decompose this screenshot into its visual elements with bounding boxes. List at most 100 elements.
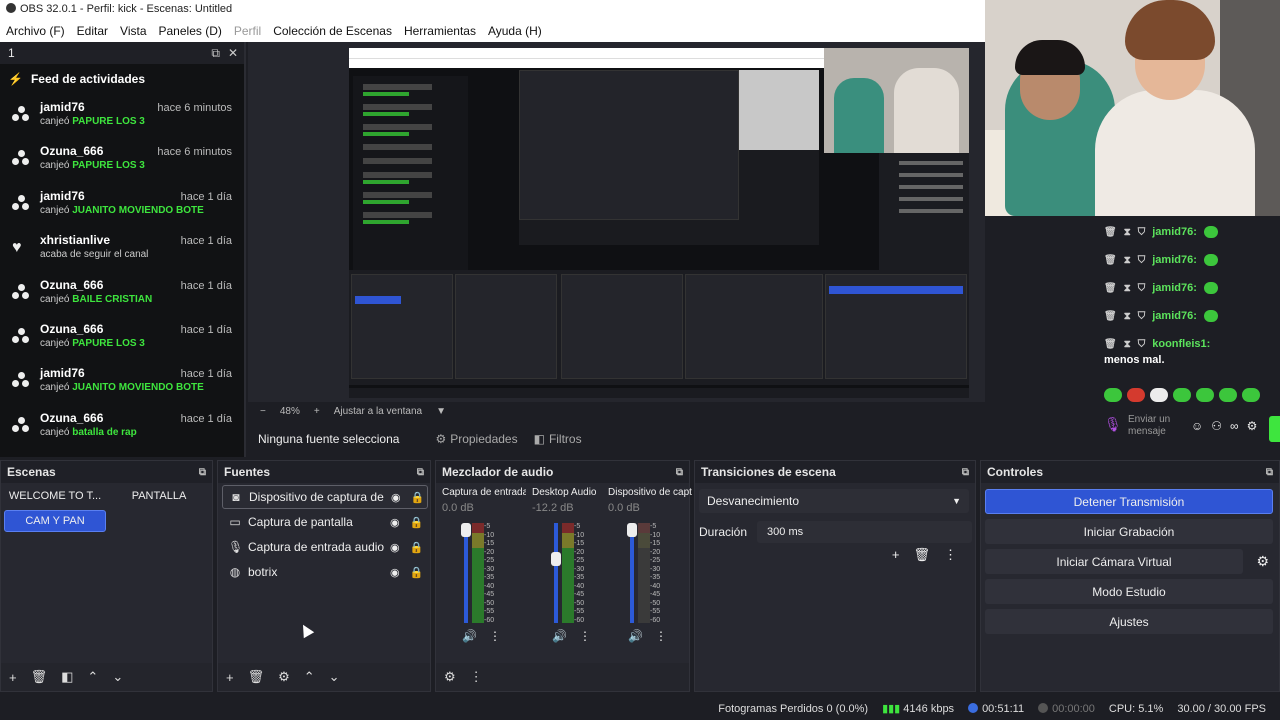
close-icon[interactable]: ✕ — [228, 46, 238, 61]
undock-icon[interactable]: ⧉ — [962, 467, 975, 478]
add-icon[interactable]: + — [9, 670, 17, 685]
muted-speaker-icon[interactable]: 🔊 — [628, 629, 643, 643]
undock-icon[interactable]: ⧉ — [199, 467, 212, 478]
more-icon[interactable]: ⋮ — [489, 629, 501, 643]
gear-icon[interactable]: ⚙ — [1256, 553, 1269, 570]
trash-icon[interactable]: 🗑 — [1104, 311, 1117, 322]
speaker-icon[interactable]: 🔊 — [462, 629, 477, 643]
visibility-icon[interactable]: ◉ — [390, 516, 400, 529]
advanced-audio-icon[interactable]: ⚙ — [444, 669, 456, 685]
timeout-icon[interactable]: ⧗ — [1124, 227, 1131, 238]
filters-button[interactable]: ◧ Filtros — [534, 432, 582, 446]
chevron-down-icon[interactable]: ⌄ — [329, 669, 340, 685]
source-item[interactable]: ◍ botrix ◉ 🔒 — [222, 560, 428, 584]
source-item[interactable]: ▭ Captura de pantalla ◉ 🔒 — [222, 510, 428, 534]
add-icon[interactable]: + — [226, 670, 234, 685]
program-preview[interactable] — [349, 48, 969, 398]
timeout-icon[interactable]: ⧗ — [1124, 283, 1131, 294]
scene-pantalla[interactable]: PANTALLA — [108, 485, 210, 507]
menu-herramientas[interactable]: Herramientas — [404, 24, 476, 38]
more-icon[interactable]: ⋮ — [944, 547, 957, 563]
source-item[interactable]: ◙ Dispositivo de captura de v ◉ 🔒 — [222, 485, 428, 509]
scene-cam-y-pan[interactable]: CAM Y PAN — [4, 510, 106, 532]
menu-vista[interactable]: Vista — [120, 24, 146, 38]
infinity-icon[interactable]: ∞ — [1230, 419, 1239, 433]
more-icon[interactable]: ⋮ — [655, 629, 667, 643]
channel-controls: 🔊 ⋮ — [462, 629, 501, 643]
trash-icon[interactable]: 🗑 — [1104, 283, 1117, 294]
add-icon[interactable]: + — [892, 547, 900, 563]
chat-input[interactable]: 🎙 Enviar un mensaje ☺ ⚇ ∞ ⚙ — [1104, 414, 1257, 438]
menu-paneles[interactable]: Paneles (D) — [159, 24, 222, 38]
emoji-icon[interactable]: ☺ — [1191, 419, 1203, 433]
volume-slider[interactable] — [630, 523, 634, 623]
duration-input[interactable]: 300 ms — [757, 521, 973, 543]
scene-welcome[interactable]: WELCOME TO T... — [4, 485, 106, 507]
chevron-up-icon[interactable]: ⌃ — [304, 669, 315, 685]
volume-knob[interactable] — [627, 523, 637, 537]
fit-window-label[interactable]: Ajustar a la ventana — [334, 406, 422, 417]
lock-icon[interactable]: 🔒 — [410, 516, 424, 529]
microphone-icon[interactable]: 🎙 — [1104, 416, 1122, 436]
undock-icon[interactable]: ⧉ — [417, 467, 430, 478]
transition-value: Desvanecimiento — [707, 494, 800, 508]
volume-knob[interactable] — [461, 523, 471, 537]
start-recording-button[interactable]: Iniciar Grabación — [985, 519, 1273, 544]
lock-icon[interactable]: 🔒 — [411, 491, 425, 504]
zoom-out-icon[interactable]: − — [260, 406, 266, 417]
lock-icon[interactable]: 🔒 — [410, 566, 424, 579]
timeout-icon[interactable]: ⧗ — [1124, 339, 1131, 350]
zoom-in-icon[interactable]: + — [314, 406, 320, 417]
menu-ayuda[interactable]: Ayuda (H) — [488, 24, 542, 38]
volume-slider[interactable] — [554, 523, 558, 623]
undock-icon[interactable]: ⧉ — [1266, 467, 1279, 478]
visibility-icon[interactable]: ◉ — [390, 566, 400, 579]
gear-icon[interactable]: ⚙ — [1247, 419, 1258, 433]
speaker-icon[interactable]: 🔊 — [552, 629, 567, 643]
menu-coleccion-escenas[interactable]: Colección de Escenas — [273, 24, 392, 38]
trash-icon[interactable]: 🗑 — [1104, 227, 1117, 238]
properties-button[interactable]: ⚙ Propiedades — [435, 432, 517, 446]
volume-knob[interactable] — [551, 552, 561, 567]
tick-label: -5 — [650, 523, 657, 530]
chevron-down-icon[interactable]: ⌄ — [112, 669, 123, 685]
studio-mode-button[interactable]: Modo Estudio — [985, 579, 1273, 604]
chat-placeholder[interactable]: Enviar un mensaje — [1128, 414, 1173, 438]
menu-archivo[interactable]: Archivo (F) — [6, 24, 65, 38]
lock-icon[interactable]: 🔒 — [410, 541, 424, 554]
virtual-camera-button[interactable]: Iniciar Cámara Virtual — [985, 549, 1243, 574]
trash-icon[interactable]: 🗑 — [248, 669, 265, 685]
float-icon[interactable]: ⧉ — [211, 46, 220, 61]
timeout-icon[interactable]: ⧗ — [1124, 311, 1131, 322]
transition-select[interactable]: Desvanecimiento ▼ — [699, 489, 969, 513]
gear-icon[interactable]: ⚙ — [278, 669, 290, 685]
source-item[interactable]: 🎙 Captura de entrada audio ◉ 🔒 — [222, 535, 428, 559]
chevron-up-icon[interactable]: ⌃ — [87, 669, 98, 685]
undock-icon[interactable]: ⧉ — [676, 467, 689, 478]
chat-user[interactable]: jamid76: — [1152, 310, 1197, 322]
menu-perfil[interactable]: Perfil — [234, 24, 261, 38]
trash-icon[interactable]: 🗑 — [913, 547, 930, 563]
trash-icon[interactable]: 🗑 — [31, 669, 48, 685]
stop-stream-button[interactable]: Detener Transmisión — [985, 489, 1273, 514]
chat-user[interactable]: koonfleis1: — [1152, 338, 1210, 350]
visibility-icon[interactable]: ◉ — [390, 541, 400, 554]
visibility-icon[interactable]: ◉ — [391, 491, 401, 504]
trash-icon[interactable]: 🗑 — [1104, 255, 1117, 266]
trash-icon[interactable]: 🗑 — [1104, 339, 1117, 350]
chat-user[interactable]: jamid76: — [1152, 226, 1197, 238]
timeout-icon[interactable]: ⧗ — [1124, 255, 1131, 266]
more-icon[interactable]: ⋮ — [579, 629, 591, 643]
settings-button[interactable]: Ajustes — [985, 609, 1273, 634]
send-button[interactable] — [1269, 416, 1280, 442]
more-icon[interactable]: ⋮ — [470, 669, 483, 685]
filter-icon[interactable]: ◧ — [61, 669, 73, 685]
transitions-dock: Transiciones de escena ⧉ Desvanecimiento ▼… — [694, 460, 976, 692]
tick-label: -60 — [484, 616, 495, 624]
chat-user[interactable]: jamid76: — [1152, 282, 1197, 294]
menu-editar[interactable]: Editar — [77, 24, 108, 38]
group-icon[interactable]: ⚇ — [1211, 419, 1222, 433]
chevron-down-icon[interactable]: ▼ — [436, 406, 446, 417]
chat-user[interactable]: jamid76: — [1152, 254, 1197, 266]
volume-slider[interactable] — [464, 523, 468, 623]
